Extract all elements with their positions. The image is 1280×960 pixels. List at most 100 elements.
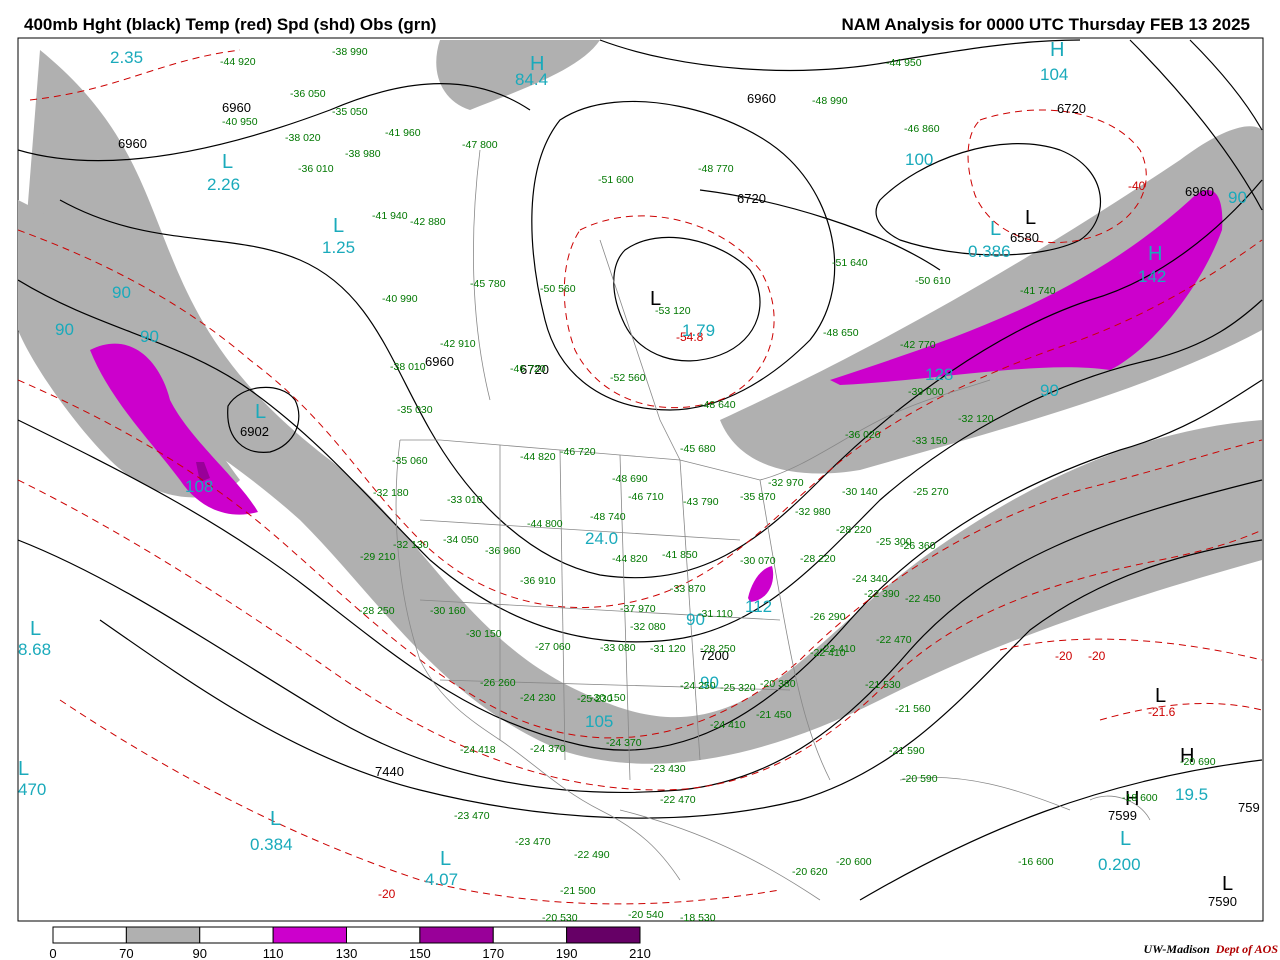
isotach-label: 470 bbox=[18, 780, 46, 799]
station-obs: -37 970 bbox=[620, 603, 656, 615]
height-label: 6960 bbox=[747, 91, 776, 106]
pressure-center-letter: L bbox=[270, 808, 281, 830]
pressure-center-letter: L bbox=[990, 218, 1001, 240]
colorbar-tick-label: 190 bbox=[556, 946, 578, 960]
station-obs: -21 500 bbox=[560, 885, 596, 897]
station-obs: -18 530 bbox=[680, 912, 716, 924]
station-obs: -42 770 bbox=[900, 339, 936, 351]
isotach-label: 2.35 bbox=[110, 48, 143, 67]
station-obs: -36 020 bbox=[845, 429, 881, 441]
height-label: 6960 bbox=[118, 136, 147, 151]
isotach-label: 90 bbox=[140, 327, 159, 346]
station-obs: -16 600 bbox=[1018, 856, 1054, 868]
station-obs: -22 470 bbox=[876, 634, 912, 646]
colorbar-swatch bbox=[125, 926, 201, 944]
station-obs: -32 120 bbox=[958, 413, 994, 425]
isotach-label: 1.79 bbox=[682, 321, 715, 340]
pressure-center-letter: L bbox=[30, 618, 41, 640]
height-label: 6580 bbox=[1010, 230, 1039, 245]
station-obs: -23 410 bbox=[820, 643, 856, 655]
station-obs: -21 560 bbox=[895, 703, 931, 715]
height-label: 759 bbox=[1238, 800, 1260, 815]
station-obs: -23 470 bbox=[515, 836, 551, 848]
station-obs: -33 080 bbox=[600, 642, 636, 654]
station-obs: -30 070 bbox=[740, 555, 776, 567]
station-obs: -41 940 bbox=[372, 210, 408, 222]
station-obs: -45 780 bbox=[470, 278, 506, 290]
station-obs: -22 390 bbox=[864, 588, 900, 600]
station-obs: -21 590 bbox=[889, 745, 925, 757]
station-obs: -53 120 bbox=[655, 305, 691, 317]
isotach-label: 19.5 bbox=[1175, 785, 1208, 804]
isotach-label: 90 bbox=[112, 283, 131, 302]
isotach-label: 0.384 bbox=[250, 835, 293, 854]
pressure-center-letter: L bbox=[222, 151, 233, 173]
station-obs: -41 960 bbox=[385, 127, 421, 139]
pressure-center-letter: L bbox=[1155, 685, 1166, 707]
isotach-label: 90 bbox=[1040, 381, 1059, 400]
station-obs: -47 800 bbox=[462, 139, 498, 151]
isotach-label: 105 bbox=[585, 712, 613, 731]
station-obs: -41 740 bbox=[1020, 285, 1056, 297]
colorbar-tick-label: 0 bbox=[49, 946, 56, 960]
station-obs: -40 950 bbox=[222, 116, 258, 128]
station-obs: -25 320 bbox=[720, 682, 756, 694]
colorbar-swatch bbox=[346, 926, 421, 944]
station-obs: -33 150 bbox=[912, 435, 948, 447]
pressure-center-letter: L bbox=[255, 401, 266, 423]
station-obs: -30 140 bbox=[842, 486, 878, 498]
station-obs: -36 910 bbox=[520, 575, 556, 587]
height-label: 7599 bbox=[1108, 808, 1137, 823]
height-label: 6720 bbox=[1057, 101, 1086, 116]
isotach-label: 112 bbox=[745, 597, 772, 616]
temperature-label: -40 bbox=[1128, 179, 1146, 193]
station-obs: -38 010 bbox=[390, 361, 426, 373]
colorbar-swatch bbox=[272, 926, 347, 944]
isotach-label: 8.68 bbox=[18, 640, 51, 659]
colorbar-tick-label: 70 bbox=[119, 946, 133, 960]
station-obs: -36 050 bbox=[290, 88, 326, 100]
station-obs: -24 230 bbox=[520, 692, 556, 704]
temperature-label: -20 bbox=[1088, 649, 1106, 663]
station-obs: -48 990 bbox=[812, 95, 848, 107]
station-obs: -21 450 bbox=[756, 709, 792, 721]
isotach-label: 2.26 bbox=[207, 175, 240, 194]
colorbar-tick-label: 90 bbox=[193, 946, 207, 960]
station-obs: -35 060 bbox=[392, 455, 428, 467]
station-obs: -38 980 bbox=[345, 148, 381, 160]
station-obs: -35 030 bbox=[397, 404, 433, 416]
station-obs: -20 690 bbox=[1180, 756, 1216, 768]
station-obs: -42 880 bbox=[410, 216, 446, 228]
isotach-label: 142 bbox=[1138, 267, 1166, 286]
station-obs: -27 060 bbox=[535, 641, 571, 653]
colorbar-swatch bbox=[566, 926, 641, 944]
station-obs: -33 870 bbox=[670, 583, 706, 595]
isotach-label: 24.0 bbox=[585, 529, 618, 548]
station-obs: -33 010 bbox=[447, 494, 483, 506]
station-obs: -22 490 bbox=[574, 849, 610, 861]
isotach-label: 90 bbox=[1228, 188, 1247, 207]
pressure-center-letter: L bbox=[1222, 873, 1233, 895]
pressure-center-letter: L bbox=[18, 758, 29, 780]
station-obs: -28 220 bbox=[800, 553, 836, 565]
station-obs: -48 740 bbox=[590, 511, 626, 523]
isotach-label: 1.25 bbox=[322, 238, 355, 257]
station-obs: -46 860 bbox=[904, 123, 940, 135]
height-label: 6960 bbox=[1185, 184, 1214, 199]
station-obs: -43 790 bbox=[683, 496, 719, 508]
station-obs: -38 990 bbox=[332, 46, 368, 58]
station-obs: -22 470 bbox=[660, 794, 696, 806]
colorbar-swatch bbox=[492, 926, 568, 944]
station-obs: -30 150 bbox=[466, 628, 502, 640]
station-obs: -28 250 bbox=[359, 605, 395, 617]
station-obs: -20 380 bbox=[760, 678, 796, 690]
station-obs: -32 080 bbox=[630, 621, 666, 633]
isotach-label: 128 bbox=[925, 365, 953, 384]
station-obs: -25 300 bbox=[876, 536, 912, 548]
colorbar-swatch bbox=[199, 926, 274, 944]
isotach-label: 84.4 bbox=[515, 70, 548, 89]
station-obs: -21 530 bbox=[865, 679, 901, 691]
station-obs: -42 910 bbox=[440, 338, 476, 350]
isotach-label: 4.07 bbox=[425, 870, 458, 889]
station-obs: -32 970 bbox=[768, 477, 804, 489]
